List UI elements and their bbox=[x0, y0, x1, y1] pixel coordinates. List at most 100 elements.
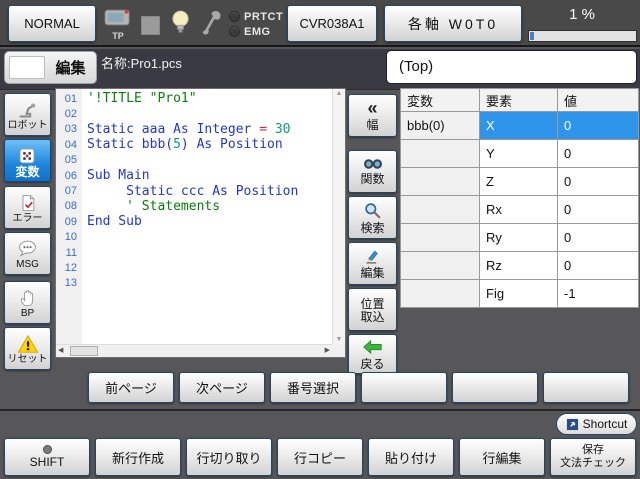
scroll-up-icon[interactable]: ▲ bbox=[333, 90, 345, 97]
edit-button[interactable]: 編集 bbox=[348, 242, 397, 285]
back-arrow-icon bbox=[362, 339, 383, 355]
save-label-line2: 文法チェック bbox=[560, 457, 626, 470]
position-capture-label-line1: 位置 bbox=[360, 298, 384, 311]
variable-name-cell[interactable] bbox=[401, 224, 479, 251]
code-segment: '!TITLE "Pro1" bbox=[87, 91, 197, 106]
blank-function-button[interactable] bbox=[361, 372, 447, 403]
scroll-right-icon[interactable]: ▶ bbox=[325, 346, 330, 354]
robot-arm-icon bbox=[17, 99, 38, 120]
tab-indicator-box bbox=[9, 56, 45, 79]
code-line: 04Static bbb(5) As Position bbox=[56, 137, 331, 152]
line-number: 07 bbox=[56, 185, 82, 197]
value-cell[interactable]: 0 bbox=[558, 224, 638, 251]
code-segment: Sub Main bbox=[87, 168, 150, 183]
variable-name-cell[interactable] bbox=[401, 168, 479, 195]
horizontal-scrollbar[interactable]: ◀ ▶ bbox=[56, 344, 332, 357]
element-cell[interactable]: Ry bbox=[480, 224, 557, 251]
variable-name-cell[interactable] bbox=[401, 280, 479, 307]
mode-button[interactable]: NORMAL bbox=[8, 5, 96, 42]
element-cell[interactable]: Y bbox=[480, 140, 557, 167]
tab-edit[interactable]: 編集 bbox=[4, 51, 97, 84]
code-segment: = bbox=[259, 122, 267, 137]
element-cell[interactable]: Fig bbox=[480, 280, 557, 307]
sidebar-item-bp[interactable]: BP bbox=[4, 281, 51, 324]
tp-indicator: TP bbox=[103, 8, 133, 41]
element-cell[interactable]: Rx bbox=[480, 196, 557, 223]
line-number: 03 bbox=[56, 123, 82, 135]
teach-pendant-screen: NORMAL TP bbox=[0, 0, 640, 479]
top-status-bar: NORMAL TP bbox=[0, 0, 640, 47]
magnifier-icon bbox=[364, 202, 381, 219]
variable-name-cell[interactable]: bbb(0) bbox=[401, 112, 479, 139]
col-header-element: 要素 bbox=[480, 89, 557, 111]
cut-line-button[interactable]: 行切り取り bbox=[186, 438, 272, 476]
vertical-scrollbar[interactable]: ▲ ▼ bbox=[332, 89, 345, 344]
sidebar-item-variables[interactable]: 変数 bbox=[4, 139, 51, 182]
file-name-label: 名称:Pro1.pcs bbox=[101, 53, 182, 72]
sidebar-item-error[interactable]: エラー bbox=[4, 186, 51, 229]
next-page-button[interactable]: 次ページ bbox=[179, 372, 265, 403]
sidebar-item-robot[interactable]: ロボット bbox=[4, 93, 51, 136]
back-button[interactable]: 戻る bbox=[348, 334, 397, 374]
element-cell[interactable]: Rz bbox=[480, 252, 557, 279]
edit-line-button[interactable]: 行編集 bbox=[459, 438, 545, 476]
code-segment: End Sub bbox=[87, 214, 142, 229]
scrollbar-thumb[interactable] bbox=[70, 346, 98, 356]
save-syntax-check-button[interactable]: 保存 文法チェック bbox=[550, 438, 636, 476]
element-cell[interactable]: Z bbox=[480, 168, 557, 195]
line-number: 13 bbox=[56, 277, 82, 289]
new-line-button[interactable]: 新行作成 bbox=[95, 438, 181, 476]
shortcut-arrow-icon bbox=[566, 418, 579, 431]
prtct-label: PRTCT bbox=[244, 11, 283, 23]
axis-mode-button[interactable]: 各軸 W0T0 bbox=[384, 5, 522, 42]
variable-name-cell[interactable] bbox=[401, 196, 479, 223]
blank-function-button[interactable] bbox=[543, 372, 629, 403]
value-cell[interactable]: 0 bbox=[558, 252, 638, 279]
scroll-down-icon[interactable]: ▼ bbox=[333, 336, 345, 343]
position-capture-button[interactable]: 位置 取込 bbox=[348, 288, 397, 331]
col-header-variable: 変数 bbox=[401, 89, 479, 111]
scrollbar-corner bbox=[332, 344, 345, 357]
value-cell[interactable]: 0 bbox=[558, 168, 638, 195]
code-line: 11 bbox=[56, 245, 331, 260]
shortcut-button[interactable]: Shortcut bbox=[556, 413, 637, 435]
sidebar-item-reset[interactable]: リセット bbox=[4, 327, 51, 370]
value-cell[interactable]: 0 bbox=[558, 196, 638, 223]
code-segment: 5 bbox=[173, 137, 181, 152]
code-line: 03Static aaa As Integer = 30 bbox=[56, 122, 331, 137]
search-button[interactable]: 検索 bbox=[348, 196, 397, 239]
number-select-button[interactable]: 番号選択 bbox=[270, 372, 356, 403]
message-bubble-icon bbox=[17, 238, 38, 259]
code-editor[interactable]: 01'!TITLE "Pro1" 02 03Static aaa As Inte… bbox=[55, 88, 346, 358]
element-cell[interactable]: X bbox=[480, 112, 557, 139]
value-cell[interactable]: 0 bbox=[558, 140, 638, 167]
sidebar-item-msg[interactable]: MSG bbox=[4, 232, 51, 275]
copy-line-button[interactable]: 行コピー bbox=[277, 438, 363, 476]
shift-button[interactable]: SHIFT bbox=[4, 438, 90, 476]
program-name-button[interactable]: CVR038A1 bbox=[287, 5, 377, 42]
save-label-line1: 保存 bbox=[582, 444, 604, 457]
paste-button[interactable]: 貼り付け bbox=[368, 438, 454, 476]
code-text: End Sub bbox=[82, 214, 142, 229]
code-text: '!TITLE "Pro1" bbox=[82, 91, 197, 106]
sidebar-label: ロボット bbox=[8, 120, 48, 132]
shift-led-icon bbox=[43, 445, 52, 454]
scroll-left-icon[interactable]: ◀ bbox=[58, 346, 63, 354]
line-number: 01 bbox=[56, 93, 82, 105]
code-segment: Static aaa As Integer bbox=[87, 122, 259, 137]
value-cell[interactable]: -1 bbox=[558, 280, 638, 307]
code-lines: 01'!TITLE "Pro1" 02 03Static aaa As Inte… bbox=[56, 91, 331, 291]
function-button[interactable]: 関数 bbox=[348, 150, 397, 193]
variable-name-cell[interactable] bbox=[401, 252, 479, 279]
code-text: Sub Main bbox=[82, 168, 150, 183]
variable-name-cell[interactable] bbox=[401, 140, 479, 167]
line-number: 11 bbox=[56, 247, 82, 259]
prev-page-button[interactable]: 前ページ bbox=[88, 372, 174, 403]
shift-label: SHIFT bbox=[30, 455, 65, 469]
dice-icon bbox=[17, 145, 38, 166]
scope-selector[interactable]: (Top) bbox=[386, 50, 637, 84]
line-number: 12 bbox=[56, 262, 82, 274]
blank-function-button[interactable] bbox=[452, 372, 538, 403]
value-cell[interactable]: 0 bbox=[558, 112, 638, 139]
width-button[interactable]: « 幅 bbox=[348, 94, 397, 137]
